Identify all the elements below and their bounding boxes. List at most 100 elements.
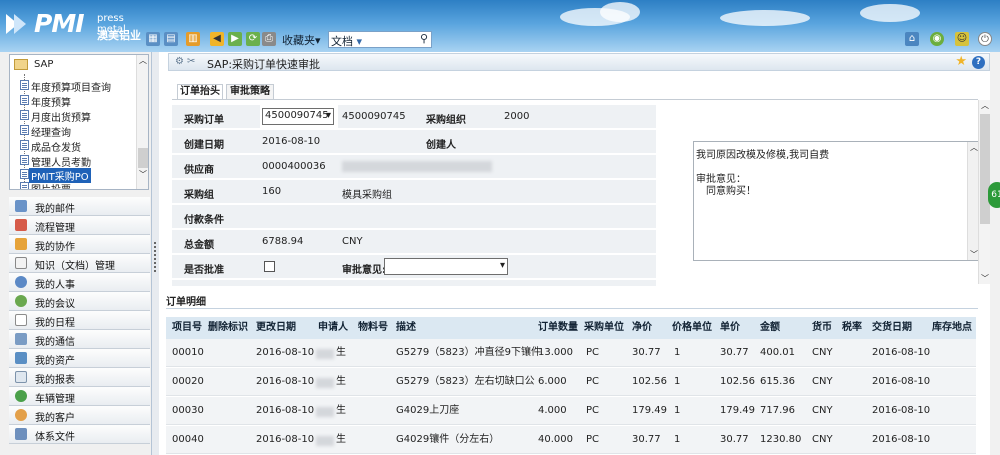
main-content: ⚙ ✂ SAP:采购订单快速审批 ★ ? 订单抬头 审批策略 采购订单 4500… xyxy=(160,52,990,455)
chevron-up-icon[interactable]: ︿ xyxy=(981,100,989,111)
created-value: 2016-08-10 xyxy=(262,136,321,147)
table-row[interactable]: 00040 2016-08-10 生 G4029镶件（分左右） 40.000 P… xyxy=(166,426,976,454)
menu-item-vehicles[interactable]: 车辆管理 xyxy=(9,387,150,406)
table-row[interactable]: 00020 2016-08-10 生 G5279（5823）左右切缺口公 6.0… xyxy=(166,368,976,396)
net-price: 30.77 xyxy=(632,434,661,445)
search-type[interactable]: 文档 ▾ xyxy=(331,33,362,49)
chevron-up-icon[interactable]: ︿ xyxy=(970,142,978,153)
column-header: 金额 xyxy=(760,322,780,333)
form-row: 供应商 0000400036 xyxy=(172,155,656,179)
amount: 615.36 xyxy=(760,376,795,387)
price-unit: 1 xyxy=(674,347,681,358)
form-row: 采购组 160 模具采购组 xyxy=(172,180,656,204)
menu-item-reports[interactable]: 我的报表 xyxy=(9,368,150,387)
help-icon[interactable]: ? xyxy=(972,56,985,69)
splitter-grip[interactable] xyxy=(154,242,156,272)
menu-item-system-docs[interactable]: 体系文件 xyxy=(9,425,150,444)
tree-item-label: 年度预算 xyxy=(31,98,71,109)
column-header: 库存地点 xyxy=(932,322,972,333)
tree-item-label: 年度预算项目查询 xyxy=(31,83,111,94)
form-row-partial xyxy=(172,280,656,286)
menu-item-collaboration[interactable]: 我的协作 xyxy=(9,235,150,254)
side-widget-badge[interactable]: 61 xyxy=(988,182,1000,208)
net-price: 102.56 xyxy=(632,376,667,387)
home-icon[interactable]: ⌂ xyxy=(905,32,919,46)
purchase-unit: PC xyxy=(586,434,600,445)
price-unit: 1 xyxy=(674,405,681,416)
menu-item-hr[interactable]: 我的人事 xyxy=(9,273,150,292)
change-date: 2016-08-10 xyxy=(256,405,315,416)
assets-icon xyxy=(15,352,27,364)
menu-item-contacts[interactable]: 我的通信 xyxy=(9,330,150,349)
menu-item-knowledge[interactable]: 知识（文档）管理 xyxy=(9,254,150,273)
star-icon[interactable]: ★ xyxy=(955,54,967,69)
po-select[interactable]: 4500090745 ▾ xyxy=(262,108,334,125)
tree-scrollbar[interactable]: ︿ ﹀ xyxy=(136,55,148,189)
tree-scroll-thumb[interactable] xyxy=(138,148,148,168)
menu-item-mail[interactable]: 我的邮件 xyxy=(9,197,150,216)
redacted-supplier-name xyxy=(342,161,492,172)
sidebar-splitter[interactable] xyxy=(152,52,159,455)
chevron-down-icon[interactable]: ﹀ xyxy=(970,249,978,260)
forward-icon[interactable]: ▶ xyxy=(228,32,242,46)
tree-item-label: 经理查询 xyxy=(31,128,71,139)
cloud-decoration xyxy=(600,2,640,22)
total-label: 总金额 xyxy=(184,240,214,251)
menu-item-assets[interactable]: 我的资产 xyxy=(9,349,150,368)
approval-comment-box[interactable]: 我司原因改模及修模,我司自费 审批意见： 同意购买！ ︿ ﹀ xyxy=(693,141,979,261)
page-header: ⚙ ✂ SAP:采购订单快速审批 ★ ? xyxy=(168,53,990,71)
table-row[interactable]: 00010 2016-08-10 生 G5279（5823）冲直径9下镶件 13… xyxy=(166,339,976,367)
total-value: 6788.94 xyxy=(262,236,304,247)
column-header: 删除标识 xyxy=(208,322,248,333)
menu-item-schedule[interactable]: 我的日程 xyxy=(9,311,150,330)
refresh-icon[interactable]: ⟳ xyxy=(246,32,260,46)
print-icon[interactable]: ⎙ xyxy=(262,32,276,46)
opinion-select[interactable]: ▾ xyxy=(384,258,508,275)
chevron-up-icon[interactable]: ︿ xyxy=(139,55,147,66)
menu-item-workflow[interactable]: 流程管理 xyxy=(9,216,150,235)
favorites-menu[interactable]: 收藏夹▾ xyxy=(282,32,321,48)
approval-note-line: 我司原因改模及修模,我司自费 xyxy=(696,150,830,161)
tools-icon[interactable]: ✂ xyxy=(187,56,195,67)
form-row: 总金额 6788.94 CNY xyxy=(172,230,656,254)
price-unit: 1 xyxy=(674,434,681,445)
form-row: 采购订单 4500090745 ▾ 4500090745 采购组织 2000 xyxy=(172,105,656,129)
layout-icon[interactable]: ▦ xyxy=(146,32,160,46)
window-scrollbar[interactable] xyxy=(990,52,1000,455)
chevron-down-icon[interactable]: ﹀ xyxy=(981,273,989,284)
tab-order-header[interactable]: 订单抬头 xyxy=(177,84,223,100)
applicant: 生 xyxy=(336,376,346,387)
approve-checkbox[interactable] xyxy=(264,261,275,272)
unit-price: 179.49 xyxy=(720,405,755,416)
menu-label: 流程管理 xyxy=(35,223,75,234)
tree-item-label: 月度出货预算 xyxy=(31,113,91,124)
form-scroll-thumb[interactable] xyxy=(980,114,990,224)
description: G5279（5823）左右切缺口公 xyxy=(396,376,535,387)
menu-item-customers[interactable]: 我的客户 xyxy=(9,406,150,425)
tab-approval-strategy[interactable]: 审批策略 xyxy=(226,84,274,100)
settings-icon[interactable]: ⚙ xyxy=(175,56,184,67)
globe-icon[interactable]: ◉ xyxy=(930,32,944,46)
column-header: 税率 xyxy=(842,322,862,333)
tree-item-label: 图片投票 xyxy=(31,181,71,189)
menu-label: 我的人事 xyxy=(35,280,75,291)
power-icon[interactable]: ⏻ xyxy=(978,32,992,46)
description: G4029镶件（分左右） xyxy=(396,434,500,445)
table-row[interactable]: 00030 2016-08-10 生 G4029上刀座 4.000 PC 179… xyxy=(166,397,976,425)
tools-icon[interactable]: ▥ xyxy=(186,32,200,46)
document-icon xyxy=(20,125,29,135)
menu-item-meeting[interactable]: 我的会议 xyxy=(9,292,150,311)
search-input[interactable]: 文档 ▾ ⚲ xyxy=(328,31,432,48)
menu-label: 我的会议 xyxy=(35,299,75,310)
split-icon[interactable]: ▤ xyxy=(164,32,178,46)
chevron-down-icon: ▾ xyxy=(325,110,331,121)
tab-divider xyxy=(172,99,978,100)
back-icon[interactable]: ◀ xyxy=(210,32,224,46)
group-label: 采购组 xyxy=(184,190,214,201)
comment-scrollbar[interactable]: ︿ ﹀ xyxy=(967,142,978,260)
chevron-down-icon[interactable]: ﹀ xyxy=(139,169,147,180)
search-icon[interactable]: ⚲ xyxy=(420,32,428,45)
column-header: 货币 xyxy=(812,322,832,333)
user-icon[interactable]: ☺ xyxy=(955,32,969,46)
currency: CNY xyxy=(812,347,833,358)
